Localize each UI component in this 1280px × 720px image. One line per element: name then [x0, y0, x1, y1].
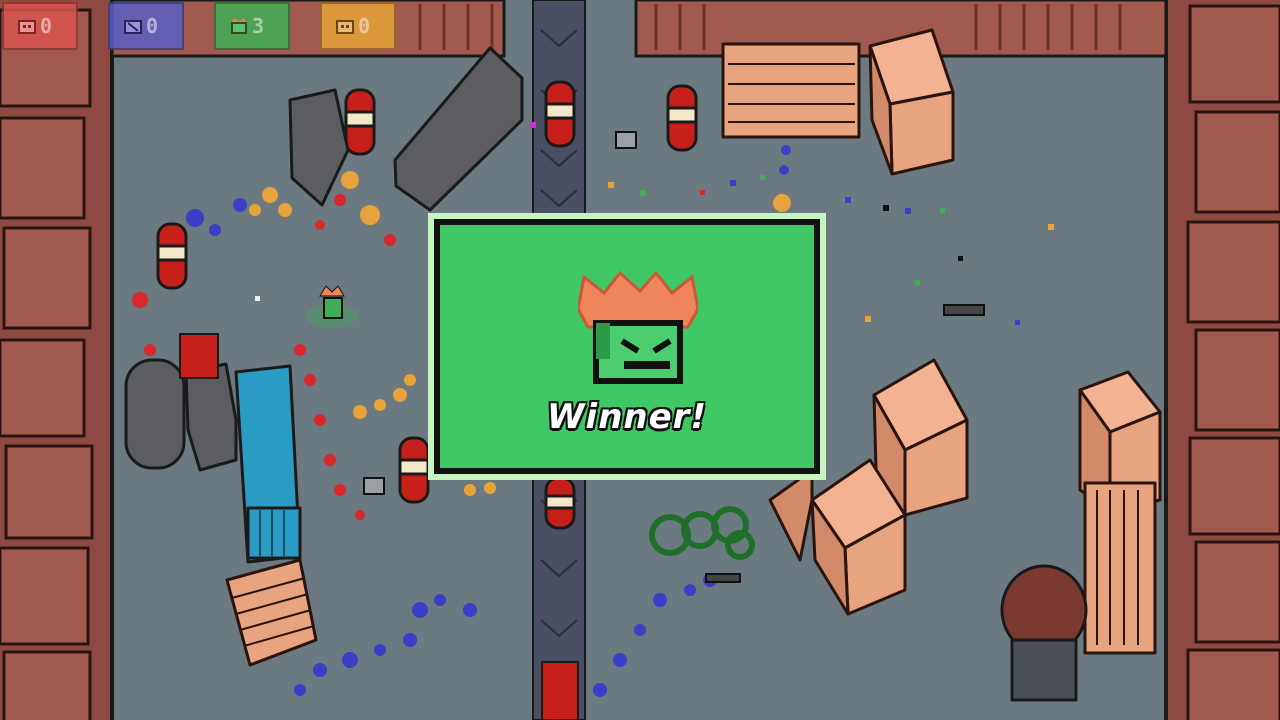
- left-wall: [0, 0, 114, 720]
- orange-player-face-icon: [336, 18, 354, 34]
- hud-score-green: 3: [214, 2, 290, 50]
- winner-popup: Winner!: [428, 213, 826, 480]
- barrel: [666, 84, 698, 152]
- hud-score-blue: 0: [108, 2, 184, 50]
- hud-score-orange: 0: [320, 2, 396, 50]
- orange-score: 0: [358, 14, 371, 38]
- turret: [363, 477, 385, 495]
- red-player-face-icon: [18, 18, 36, 34]
- dropped-gun: [943, 304, 985, 316]
- blue-player-face-icon: [124, 18, 142, 34]
- barrel: [544, 476, 576, 530]
- green-score: 3: [252, 14, 265, 38]
- barrel: [156, 222, 188, 290]
- hud-score-red: 0: [2, 2, 78, 50]
- crowned-green-player-icon: [578, 270, 698, 384]
- barrel: [544, 80, 576, 148]
- barrel: [398, 436, 430, 504]
- blue-score: 0: [146, 14, 159, 38]
- game-stage: 0 0 3 0 Winner!: [0, 0, 1280, 720]
- barrel: [344, 88, 376, 156]
- dropped-gun: [705, 573, 741, 583]
- red-score: 0: [40, 14, 53, 38]
- winner-card: Winner!: [440, 225, 814, 468]
- turret: [615, 131, 637, 149]
- green-player-crowned-face-icon: [230, 18, 248, 34]
- winner-title: Winner!: [547, 397, 707, 437]
- right-wall: [1164, 0, 1280, 720]
